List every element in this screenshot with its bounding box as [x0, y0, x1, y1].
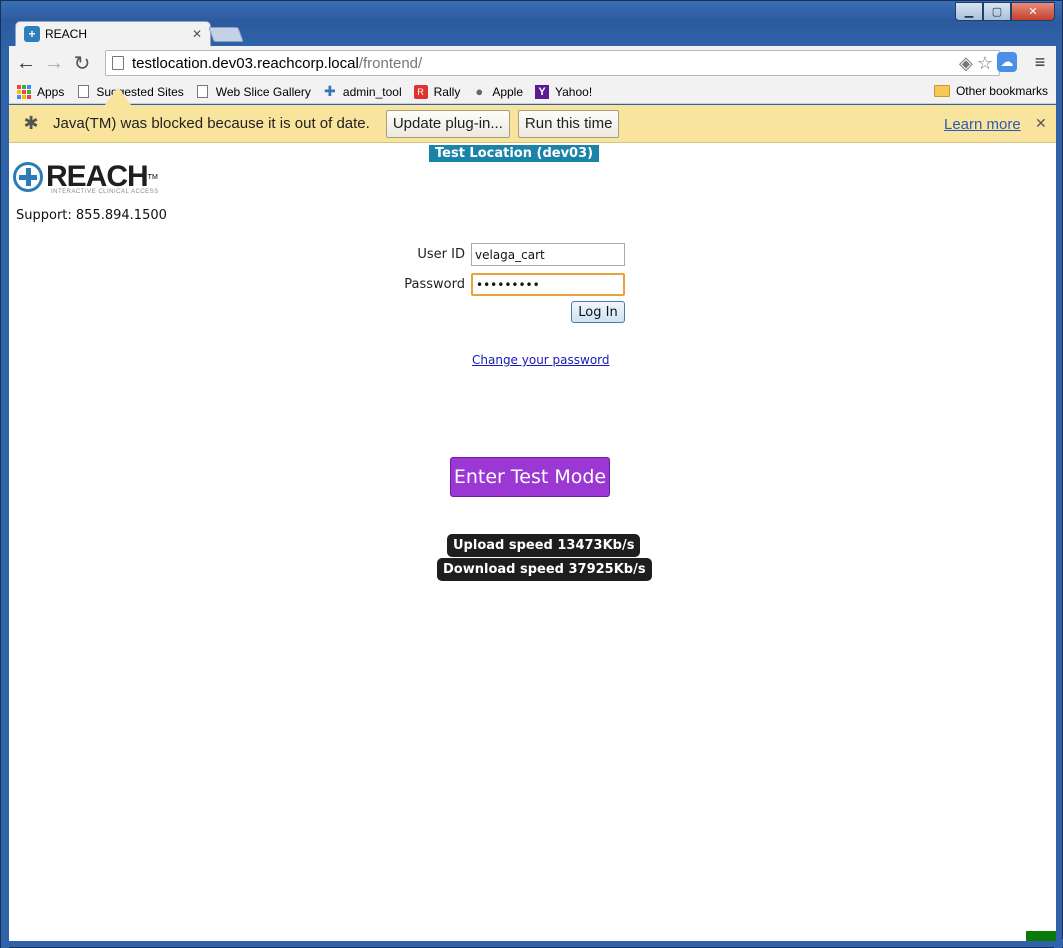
run-this-time-button[interactable]: Run this time	[517, 109, 620, 138]
learn-more-link[interactable]: Learn more	[944, 116, 1021, 133]
apps-grid-icon	[17, 84, 31, 99]
password-label: Password	[404, 277, 465, 292]
arrow-left-icon: ←	[16, 51, 36, 74]
logo-tagline: INTERACTIVE CLINICAL ACCESS	[51, 189, 159, 195]
url-path: /frontend/	[358, 54, 423, 72]
user-id-row: User ID	[389, 243, 625, 266]
support-phone: Support: 855.894.1500	[16, 208, 167, 223]
environment-badge: Test Location (dev03)	[429, 145, 600, 162]
bookmark-star-icon[interactable]: ☆	[977, 53, 993, 74]
user-id-input[interactable]	[471, 243, 625, 266]
menu-icon[interactable]: ≡	[1031, 52, 1049, 72]
url-host: testlocation.dev03.reachcorp.local	[132, 54, 359, 72]
close-icon: ✕	[1028, 6, 1038, 18]
folder-icon	[933, 85, 950, 97]
reach-cross-icon	[13, 162, 43, 192]
back-button[interactable]: ←	[12, 49, 40, 77]
reach-icon: +	[24, 26, 40, 42]
bookmark-apple[interactable]: ● Apple	[472, 84, 524, 99]
user-id-label: User ID	[417, 247, 465, 262]
cloud-extension-icon[interactable]: ☁	[997, 52, 1017, 72]
bookmark-admin-tool[interactable]: ✚ admin_tool	[323, 83, 402, 99]
apple-icon: ●	[475, 84, 484, 99]
bookmark-apps[interactable]: Apps	[17, 84, 65, 99]
bookmark-yahoo[interactable]: Y Yahoo!	[535, 84, 593, 99]
forward-button[interactable]: →	[40, 49, 68, 77]
change-password-link[interactable]: Change your password	[472, 353, 610, 367]
bookmark-label: Yahoo!	[555, 84, 593, 99]
bookmark-label: admin_tool	[342, 84, 402, 99]
close-icon[interactable]: ✕	[1035, 115, 1047, 132]
bookmark-label: Apple	[492, 84, 524, 99]
bookmark-web-slice-gallery[interactable]: Web Slice Gallery	[196, 85, 311, 99]
infobar-pointer	[105, 87, 131, 105]
bookmark-label: Rally	[433, 84, 461, 99]
reload-button[interactable]: ↻	[68, 49, 96, 77]
infobar-message: Java(TM) was blocked because it is out o…	[53, 115, 370, 132]
password-row: Password	[389, 273, 625, 296]
bookmarks-bar: Apps Suggested Sites Web Slice Gallery ✚…	[9, 80, 1056, 104]
new-tab-button[interactable]	[208, 27, 244, 42]
logo-tm: TM	[147, 173, 158, 181]
enter-test-mode-button[interactable]: Enter Test Mode	[450, 457, 610, 497]
plugin-infobar: ✱ Java(TM) was blocked because it is out…	[9, 105, 1056, 143]
bookmark-rally[interactable]: R Rally	[413, 84, 461, 99]
log-in-button[interactable]: Log In	[571, 301, 625, 323]
password-input[interactable]	[471, 273, 625, 296]
other-bookmarks[interactable]: Other bookmarks	[933, 84, 1048, 98]
reach-logo: REACH TM INTERACTIVE CLINICAL ACCESS	[13, 160, 159, 195]
address-bar[interactable]: testlocation.dev03.reachcorp.local/front…	[105, 50, 1000, 76]
upload-speed-badge: Upload speed 13473Kb/s	[447, 534, 641, 557]
bookmark-label: Web Slice Gallery	[215, 84, 311, 99]
bookmark-label: Apps	[37, 84, 65, 99]
reload-icon: ↻	[73, 52, 91, 75]
maximize-button[interactable]: ▢	[983, 2, 1011, 21]
python-icon: ✚	[324, 83, 336, 99]
status-indicator	[1026, 931, 1056, 941]
tab-title: REACH	[45, 27, 88, 41]
browser-toolbar: ← → ↻ testlocation.dev03.reachcorp.local…	[9, 46, 1056, 80]
window-frame-left	[1, 45, 9, 948]
document-icon	[76, 85, 90, 99]
rally-icon: R	[413, 84, 428, 99]
arrow-right-icon: →	[44, 51, 64, 74]
download-speed-badge: Download speed 37925Kb/s	[437, 558, 652, 581]
maximize-icon: ▢	[991, 6, 1003, 18]
plugin-blocked-icon[interactable]: ◈	[959, 53, 973, 74]
browser-window: ▁ ▢ ✕ + REACH ✕ ← → ↻ testlocation.dev03…	[0, 0, 1063, 948]
minimize-icon: ▁	[964, 6, 974, 18]
minimize-button[interactable]: ▁	[955, 2, 983, 21]
logo-word: REACH	[46, 160, 149, 193]
browser-tab[interactable]: + REACH ✕	[15, 21, 211, 46]
other-bookmarks-label: Other bookmarks	[955, 84, 1048, 98]
page-content: Test Location (dev03) REACH TM INTERACTI…	[9, 143, 1056, 941]
document-icon	[196, 85, 210, 99]
update-plugin-button[interactable]: Update plug-in...	[385, 109, 510, 138]
puzzle-piece-icon: ✱	[23, 113, 39, 133]
window-controls: ▁ ▢ ✕	[955, 2, 1055, 21]
close-window-button[interactable]: ✕	[1011, 2, 1055, 21]
page-icon	[112, 56, 124, 70]
tab-close-icon[interactable]: ✕	[192, 27, 202, 41]
yahoo-icon: Y	[535, 84, 550, 99]
